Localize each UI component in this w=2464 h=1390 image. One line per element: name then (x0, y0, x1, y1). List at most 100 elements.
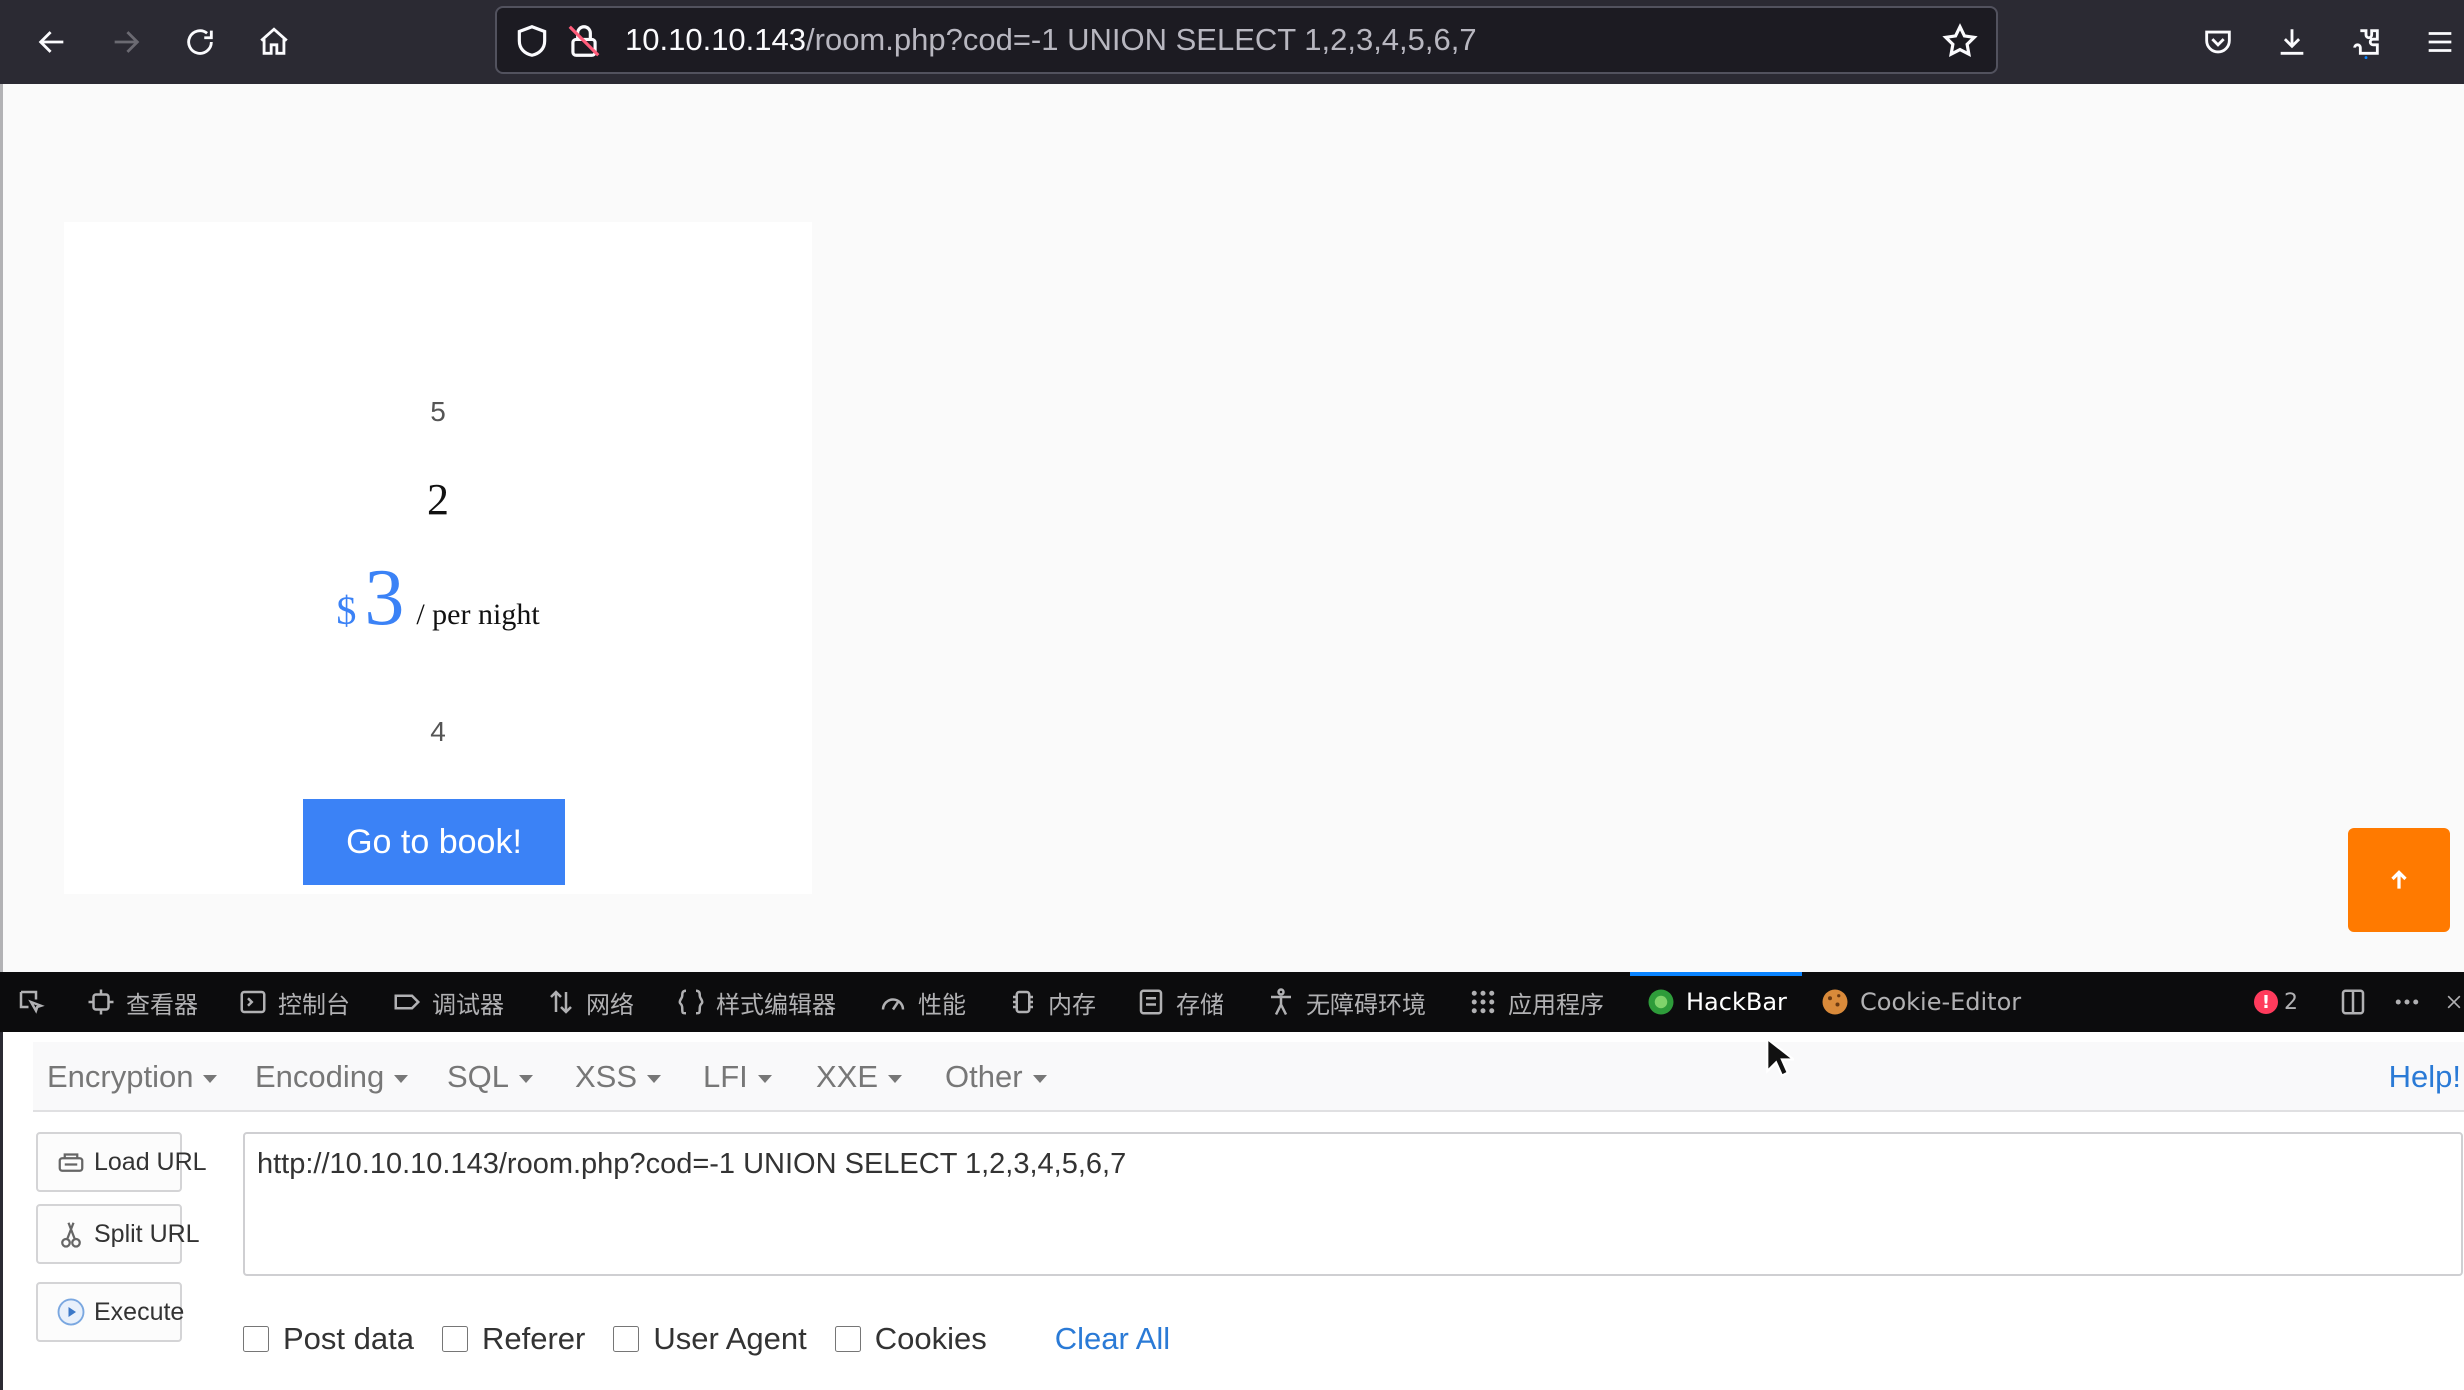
tab-inspector[interactable]: 查看器 (86, 972, 198, 1032)
insecure-lock-icon[interactable] (565, 22, 603, 60)
style-editor-icon (678, 989, 704, 1015)
chevron-down-icon (1032, 1074, 1047, 1083)
tab-cookie-editor[interactable]: Cookie-Editor (1820, 972, 2021, 1032)
tab-performance[interactable]: 性能 (878, 972, 966, 1032)
url-text[interactable]: 10.10.10.143/room.php?cod=-1 UNION SELEC… (625, 8, 1477, 72)
url-textarea[interactable]: http://10.10.10.143/room.php?cod=-1 UNIO… (243, 1132, 2463, 1276)
arrow-left-icon (38, 31, 64, 53)
execute-button[interactable]: Execute (36, 1282, 184, 1342)
menu-lfi[interactable]: LFI (703, 1042, 772, 1112)
tab-accessibility-label: 无障碍环境 (1306, 990, 1426, 1019)
tab-hackbar[interactable]: HackBar (1646, 972, 1787, 1032)
menu-other[interactable]: Other (945, 1042, 1047, 1112)
dock-button[interactable] (2338, 972, 2368, 1032)
menu-other-label: Other (945, 1059, 1023, 1094)
menu-button[interactable] (2412, 14, 2464, 70)
tab-performance-label: 性能 (918, 990, 966, 1019)
tab-console-label: 控制台 (278, 990, 350, 1019)
referer-checkbox[interactable] (441, 1326, 468, 1352)
url-host: 10.10.10.143 (625, 22, 807, 57)
user-agent-label: User Agent (653, 1321, 807, 1356)
menu-encoding[interactable]: Encoding (255, 1042, 409, 1112)
tab-debugger[interactable]: 调试器 (392, 972, 504, 1032)
room-field-4: 4 (430, 716, 446, 747)
devtools-more-button[interactable] (2392, 972, 2422, 1032)
mouse-cursor-icon (1766, 1036, 1794, 1078)
user-agent-checkbox[interactable] (613, 1326, 640, 1352)
tab-network-label: 网络 (586, 990, 634, 1019)
arrow-up-icon (2391, 870, 2407, 889)
price-currency: $ (336, 588, 357, 633)
menu-lfi-label: LFI (703, 1059, 748, 1094)
performance-icon (881, 998, 905, 1011)
go-to-book-button[interactable]: Go to book! (303, 799, 565, 885)
cookies-option[interactable]: Cookies (834, 1321, 987, 1357)
download-icon (2280, 29, 2304, 55)
storage-icon (1139, 989, 1163, 1015)
load-url-icon (58, 1153, 84, 1172)
page-content: 5 2 $ 3 / per night 4 Go to book! (0, 84, 2464, 972)
post-data-checkbox[interactable] (243, 1326, 269, 1352)
menu-encryption[interactable]: Encryption (47, 1042, 218, 1112)
room-card: 5 2 $ 3 / per night 4 Go to book! (64, 222, 812, 894)
split-url-button[interactable]: Split URL (36, 1204, 200, 1264)
menu-xxe[interactable]: XXE (816, 1042, 903, 1112)
hackbar-options: Post data Referer User Agent Cookies Cle… (243, 1314, 1170, 1364)
tab-storage-label: 存储 (1176, 990, 1224, 1019)
tab-inspector-label: 查看器 (126, 990, 198, 1019)
scroll-top-button[interactable] (2348, 828, 2450, 932)
menu-sql[interactable]: SQL (447, 1042, 534, 1112)
room-price: $ 3 / per night (64, 558, 812, 638)
hackbar-panel: Encryption Encoding SQL XSS LFI XXE Othe… (0, 1032, 2464, 1390)
menu-encoding-label: Encoding (255, 1059, 385, 1094)
clear-all-link[interactable]: Clear All (1055, 1321, 1170, 1357)
menu-encryption-label: Encryption (47, 1059, 194, 1094)
load-url-label: Load URL (94, 1147, 207, 1176)
arrow-right-icon (114, 31, 140, 53)
pocket-icon (2205, 30, 2231, 54)
user-agent-option[interactable]: User Agent (613, 1321, 807, 1357)
extensions-button[interactable] (2338, 14, 2394, 70)
tab-style-editor[interactable]: 样式编辑器 (676, 972, 836, 1032)
error-count-badge[interactable]: ! 2 (2254, 984, 2298, 1020)
url-bar[interactable]: 10.10.10.143/room.php?cod=-1 UNION SELEC… (495, 6, 1998, 74)
load-url-button[interactable]: Load URL (36, 1132, 207, 1192)
menu-xss[interactable]: XSS (575, 1042, 662, 1112)
reload-button[interactable] (172, 14, 228, 70)
application-icon (1471, 990, 1495, 1014)
tab-application-label: 应用程序 (1508, 990, 1604, 1019)
page-edge (0, 84, 3, 972)
pocket-button[interactable] (2190, 14, 2246, 70)
tab-application[interactable]: 应用程序 (1468, 972, 1604, 1032)
dock-side-icon (2341, 989, 2365, 1015)
home-button[interactable] (246, 14, 302, 70)
close-icon (2447, 995, 2461, 1009)
error-count: 2 (2284, 989, 2298, 1015)
referer-option[interactable]: Referer (441, 1321, 585, 1357)
cookies-label: Cookies (874, 1321, 987, 1356)
forward-button[interactable] (98, 14, 154, 70)
tab-hackbar-label: HackBar (1686, 988, 1787, 1016)
devtools-close-button[interactable] (2444, 972, 2464, 1032)
tab-storage[interactable]: 存储 (1136, 972, 1224, 1032)
inspector-icon (88, 989, 114, 1015)
debugger-icon (394, 994, 421, 1010)
play-icon (57, 1298, 85, 1326)
tab-network[interactable]: 网络 (546, 972, 634, 1032)
error-icon: ! (2254, 990, 2278, 1014)
home-icon (260, 27, 288, 55)
cookies-checkbox[interactable] (834, 1326, 861, 1352)
hamburger-menu-icon (2428, 32, 2452, 52)
accessibility-icon (1271, 988, 1291, 1016)
post-data-option[interactable]: Post data (243, 1321, 414, 1357)
element-picker-button[interactable] (16, 972, 46, 1032)
bookmark-star-icon[interactable] (1941, 22, 1979, 60)
shield-icon[interactable] (513, 22, 551, 60)
help-link[interactable]: Help! (2389, 1042, 2461, 1112)
downloads-button[interactable] (2264, 14, 2320, 70)
back-button[interactable] (24, 14, 80, 70)
tab-console[interactable]: 控制台 (238, 972, 350, 1032)
tab-memory[interactable]: 内存 (1008, 972, 1096, 1032)
room-field-5: 5 (430, 396, 446, 427)
tab-accessibility[interactable]: 无障碍环境 (1266, 972, 1426, 1032)
